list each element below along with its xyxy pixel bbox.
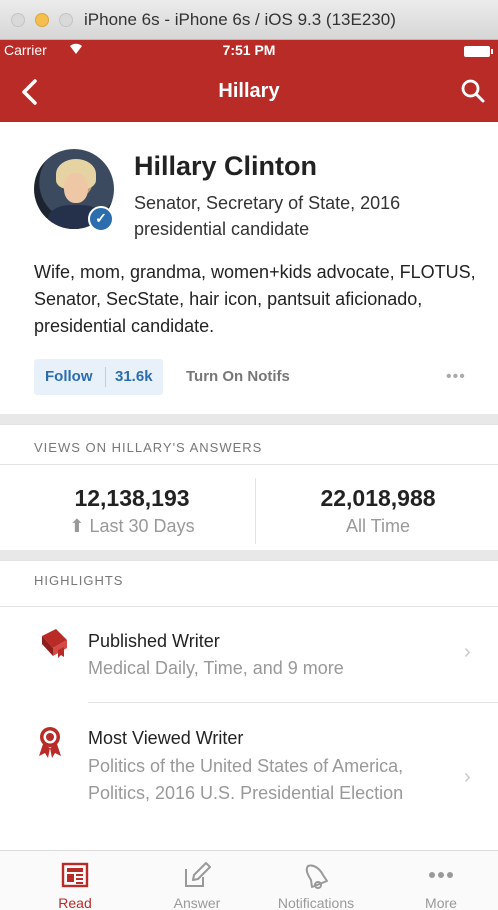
highlight-title: Most Viewed Writer: [88, 728, 244, 748]
verified-check-icon: ✓: [88, 206, 114, 232]
views-all-time-value: 22,018,988: [320, 485, 436, 511]
dots-icon: [427, 861, 455, 889]
window-title: iPhone 6s - iPhone 6s / iOS 9.3 (13E230): [84, 10, 396, 29]
highlight-subtitle: Politics of the United States of America…: [88, 756, 404, 803]
profile-credential: Senator, Secretary of State, 2016 presid…: [134, 193, 401, 239]
navigation-bar: Hillary: [0, 62, 498, 122]
status-bar: Carrier 7:51 PM: [0, 40, 498, 62]
tab-read[interactable]: Read: [20, 851, 130, 910]
battery-icon: [464, 46, 493, 57]
section-divider: [0, 550, 498, 560]
tab-label: Read: [58, 895, 92, 910]
profile-bio: Wife, mom, grandma, women+kids advocate,…: [34, 262, 476, 336]
tab-bar: Read Answer Notifications More: [0, 850, 498, 910]
profile-name: Hillary Clinton: [134, 151, 318, 181]
tab-label: More: [425, 895, 457, 910]
arrow-up-icon: ⬆: [69, 516, 85, 536]
chevron-right-icon: ›: [464, 766, 471, 788]
divider: [0, 464, 498, 465]
tab-label: Notifications: [277, 895, 355, 910]
divider: [0, 424, 498, 425]
views-all-time-label: All Time: [345, 516, 410, 536]
follow-button[interactable]: Follow 31.6k: [34, 359, 163, 395]
award-ribbon-icon: [37, 726, 63, 765]
turn-on-notifs-button[interactable]: Turn On Notifs: [186, 368, 290, 385]
more-options-icon[interactable]: •••: [446, 368, 466, 386]
zoom-window-button[interactable]: [59, 13, 73, 27]
newspaper-icon: [61, 861, 89, 889]
minimize-window-button[interactable]: [35, 13, 49, 27]
follow-label: Follow: [45, 368, 93, 385]
divider: [88, 702, 498, 703]
highlights-section-header: HIGHLIGHTS: [34, 573, 124, 588]
chevron-right-icon: ›: [464, 641, 471, 663]
stats-divider: [255, 478, 256, 544]
nav-title: Hillary: [218, 80, 280, 102]
highlight-subtitle: Medical Daily, Time, and 9 more: [88, 658, 344, 678]
tab-answer[interactable]: Answer: [142, 851, 252, 910]
close-window-button[interactable]: [11, 13, 25, 27]
highlight-title: Published Writer: [88, 631, 220, 651]
views-last-30-label: ⬆ Last 30 Days: [69, 516, 195, 536]
views-section-header: VIEWS ON HILLARY'S ANSWERS: [34, 440, 263, 455]
book-icon: [38, 626, 70, 665]
views-last-30-value: 12,138,193: [74, 485, 190, 511]
pencil-icon: [183, 861, 211, 889]
simulator-title-bar: iPhone 6s - iPhone 6s / iOS 9.3 (13E230): [0, 0, 498, 40]
divider: [0, 606, 498, 607]
tab-label: Answer: [173, 895, 221, 910]
follower-count: 31.6k: [115, 368, 153, 385]
section-divider: [0, 414, 498, 424]
bell-icon: [302, 861, 330, 889]
clock: 7:51 PM: [222, 42, 276, 58]
tab-more[interactable]: More: [386, 851, 496, 910]
search-icon[interactable]: [460, 78, 486, 104]
divider: [0, 560, 498, 561]
follow-divider: [105, 367, 106, 387]
tab-notifications[interactable]: Notifications: [261, 851, 371, 910]
